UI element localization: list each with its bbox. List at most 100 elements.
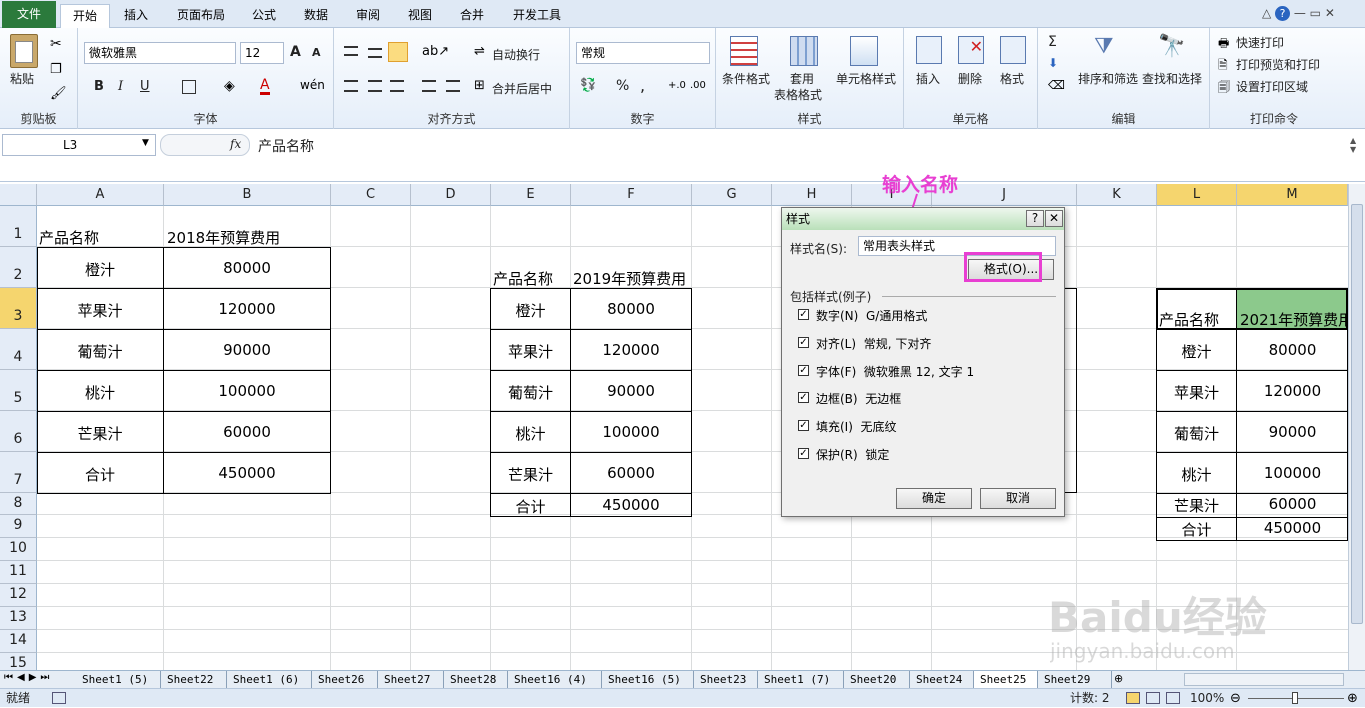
tab-page-layout[interactable]: 页面布局 bbox=[170, 4, 232, 28]
border-checkbox[interactable]: ✓ bbox=[798, 392, 809, 403]
quick-print-icon[interactable]: 🖶 bbox=[1218, 34, 1229, 55]
find-select-icon[interactable]: 🔭 bbox=[1158, 34, 1185, 59]
sheet-tab[interactable]: Sheet16 (4) bbox=[508, 671, 602, 688]
insert-cells-button[interactable]: 插入 bbox=[916, 70, 940, 87]
column-header-c[interactable]: C bbox=[331, 184, 411, 206]
fill-icon[interactable]: ⬇ bbox=[1048, 56, 1058, 70]
t1-total-value[interactable]: 450000 bbox=[164, 464, 330, 482]
tab-data[interactable]: 数据 bbox=[298, 4, 334, 28]
print-area-button[interactable]: 设置打印区域 bbox=[1236, 78, 1308, 95]
column-header-m[interactable]: M bbox=[1237, 184, 1348, 206]
column-header-l[interactable]: L bbox=[1157, 184, 1237, 206]
delete-cells-icon[interactable]: ✕ bbox=[958, 36, 984, 64]
sheet-tab[interactable]: Sheet16 (5) bbox=[602, 671, 694, 688]
tab-review[interactable]: 审阅 bbox=[350, 4, 386, 28]
window-controls[interactable]: △ ? — ▭ ✕ bbox=[1262, 6, 1362, 22]
print-preview-button[interactable]: 打印预览和打印 bbox=[1236, 56, 1320, 73]
formula-scroll-icon[interactable]: ▲ ▼ bbox=[1350, 136, 1356, 154]
row-header-9[interactable]: 9 bbox=[0, 515, 37, 538]
increase-indent-icon[interactable] bbox=[446, 80, 460, 92]
column-header-e[interactable]: E bbox=[491, 184, 571, 206]
select-all-corner[interactable] bbox=[0, 184, 37, 206]
insert-sheet-icon[interactable]: ⊕ bbox=[1114, 672, 1123, 685]
horizontal-scrollbar[interactable] bbox=[1184, 673, 1344, 686]
font-name-select[interactable]: 微软雅黑 bbox=[84, 42, 236, 64]
t1-product[interactable]: 芒果汁 bbox=[37, 423, 163, 444]
format-painter-icon[interactable]: 🖌 bbox=[50, 86, 67, 101]
row-header-5[interactable]: 5 bbox=[0, 370, 37, 411]
protection-checkbox[interactable]: ✓ bbox=[798, 448, 809, 459]
row-header-12[interactable]: 12 bbox=[0, 584, 37, 607]
column-header-d[interactable]: D bbox=[411, 184, 491, 206]
row-header-14[interactable]: 14 bbox=[0, 630, 37, 653]
macro-record-icon[interactable] bbox=[52, 692, 66, 704]
t2-product[interactable]: 桃汁 bbox=[491, 423, 570, 444]
t3-total-label[interactable]: 合计 bbox=[1157, 519, 1236, 540]
italic-button[interactable]: I bbox=[118, 79, 123, 94]
clear-icon[interactable]: ⌫ bbox=[1048, 78, 1065, 92]
tab-insert[interactable]: 插入 bbox=[118, 4, 154, 28]
row-header-10[interactable]: 10 bbox=[0, 538, 37, 561]
sheet-tab[interactable]: Sheet22 bbox=[161, 671, 227, 688]
conditional-format-button[interactable]: 条件格式 bbox=[722, 70, 770, 87]
delete-cells-button[interactable]: 删除 bbox=[958, 70, 982, 87]
zoom-in-icon[interactable]: ⊕ bbox=[1347, 690, 1358, 708]
row-header-15[interactable]: 15 bbox=[0, 653, 37, 670]
column-header-f[interactable]: F bbox=[571, 184, 692, 206]
t1-value[interactable]: 60000 bbox=[164, 423, 330, 441]
find-select-button[interactable]: 查找和选择 bbox=[1142, 70, 1202, 87]
t2-product[interactable]: 苹果汁 bbox=[491, 341, 570, 362]
t2-value[interactable]: 100000 bbox=[571, 423, 691, 441]
border-icon[interactable] bbox=[182, 80, 196, 94]
cell-styles-icon[interactable] bbox=[850, 36, 878, 66]
row-header-6[interactable]: 6 bbox=[0, 411, 37, 452]
name-box-dropdown-icon[interactable]: ▼ bbox=[142, 138, 149, 148]
sheet-tab[interactable]: Sheet23 bbox=[694, 671, 758, 688]
t1-header-product[interactable]: 产品名称 bbox=[39, 227, 99, 248]
row-header-11[interactable]: 11 bbox=[0, 561, 37, 584]
t1-value[interactable]: 90000 bbox=[164, 341, 330, 359]
t3-value[interactable]: 80000 bbox=[1237, 341, 1348, 359]
t1-product[interactable]: 葡萄汁 bbox=[37, 341, 163, 362]
zoom-level[interactable]: 100% bbox=[1190, 689, 1224, 707]
sheet-tab[interactable]: Sheet28 bbox=[444, 671, 508, 688]
t1-product[interactable]: 苹果汁 bbox=[37, 300, 163, 321]
fill-checkbox[interactable]: ✓ bbox=[798, 420, 809, 431]
tab-home[interactable]: 开始 bbox=[60, 4, 110, 29]
t3-product[interactable]: 芒果汁 bbox=[1157, 495, 1236, 516]
sort-filter-button[interactable]: 排序和筛选 bbox=[1078, 70, 1138, 87]
t2-product[interactable]: 橙汁 bbox=[491, 300, 570, 321]
print-area-icon[interactable]: 🗐 bbox=[1218, 78, 1230, 99]
increase-decimal-icon[interactable]: +.0 bbox=[668, 80, 686, 91]
scroll-thumb[interactable] bbox=[1351, 204, 1363, 624]
column-header-k[interactable]: K bbox=[1077, 184, 1157, 206]
worksheet-grid[interactable]: A B C D E F G H I J K L M 1 2 3 4 5 6 7 … bbox=[0, 184, 1348, 670]
t3-value[interactable]: 60000 bbox=[1237, 495, 1348, 513]
page-layout-view-icon[interactable] bbox=[1146, 692, 1160, 704]
page-break-view-icon[interactable] bbox=[1166, 692, 1180, 704]
t1-value[interactable]: 120000 bbox=[164, 300, 330, 318]
column-header-a[interactable]: A bbox=[37, 184, 164, 206]
row-header-1[interactable]: 1 bbox=[0, 206, 37, 247]
t1-header-budget[interactable]: 2018年预算费用 bbox=[167, 227, 280, 248]
quick-print-button[interactable]: 快速打印 bbox=[1236, 34, 1284, 51]
sheet-nav-icon[interactable]: ⏮◀▶⏭ bbox=[4, 672, 53, 683]
print-preview-icon[interactable]: 🗎 bbox=[1218, 56, 1228, 77]
format-cells-icon[interactable] bbox=[1000, 36, 1026, 64]
t2-total-value[interactable]: 450000 bbox=[571, 496, 691, 514]
align-top-icon[interactable] bbox=[344, 46, 358, 56]
font-checkbox[interactable]: ✓ bbox=[798, 365, 809, 376]
copy-icon[interactable]: ❐ bbox=[50, 62, 62, 77]
autosum-button[interactable]: Σ bbox=[1048, 34, 1057, 50]
t1-value[interactable]: 80000 bbox=[164, 259, 330, 277]
wrap-text-button[interactable]: 自动换行 bbox=[492, 46, 540, 63]
grow-font-button[interactable]: A bbox=[290, 44, 301, 60]
tab-view[interactable]: 视图 bbox=[402, 4, 438, 28]
decrease-decimal-icon[interactable]: .00 bbox=[690, 80, 706, 91]
t3-value[interactable]: 100000 bbox=[1237, 464, 1348, 482]
t3-total-value[interactable]: 450000 bbox=[1237, 519, 1348, 537]
sheet-tab[interactable]: Sheet26 bbox=[312, 671, 378, 688]
number-format-select[interactable]: 常规 bbox=[576, 42, 710, 64]
orientation-icon[interactable]: ab↗ bbox=[422, 44, 449, 59]
alignment-checkbox[interactable]: ✓ bbox=[798, 337, 809, 348]
